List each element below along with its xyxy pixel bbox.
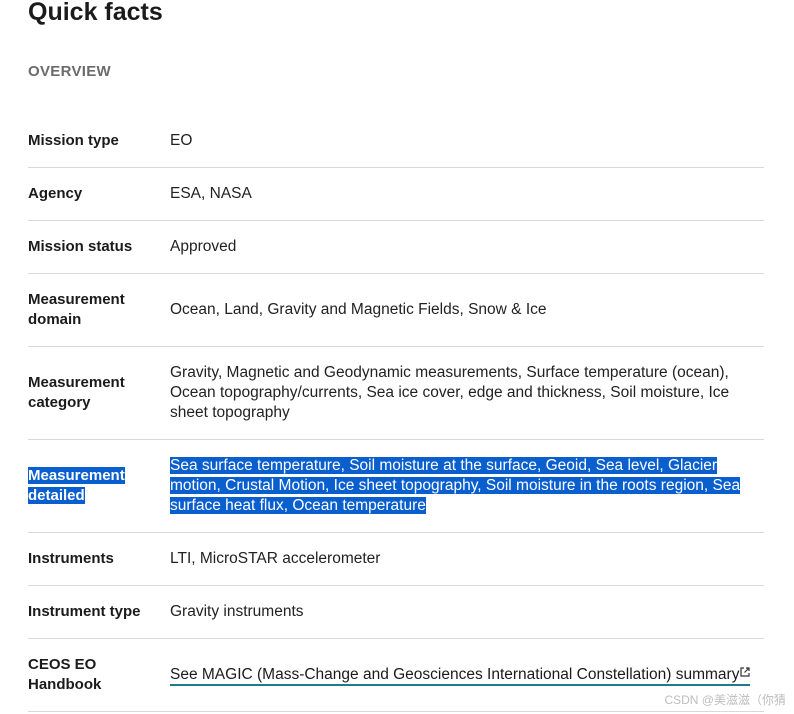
fact-row-instrument-type: Instrument type Gravity instruments [28, 586, 764, 639]
fact-row-ceos-handbook: CEOS EO Handbook See MAGIC (Mass-Change … [28, 639, 764, 712]
external-link-icon [740, 663, 751, 683]
fact-key: CEOS EO Handbook [28, 656, 102, 693]
ceos-handbook-link-text: See MAGIC (Mass-Change and Geosciences I… [170, 666, 740, 683]
fact-key: Measurement domain [28, 291, 125, 328]
fact-key: Measurement category [28, 374, 125, 411]
ceos-handbook-link[interactable]: See MAGIC (Mass-Change and Geosciences I… [170, 663, 751, 686]
fact-row-agency: Agency ESA, NASA [28, 168, 764, 221]
fact-value: EO [170, 131, 193, 149]
fact-key: Instrument type [28, 603, 141, 620]
fact-row-measurement-category: Measurement category Gravity, Magnetic a… [28, 347, 764, 440]
selected-value-text: Sea surface temperature, Soil moisture a… [170, 457, 741, 514]
fact-row-mission-status: Mission status Approved [28, 221, 764, 274]
fact-value: Ocean, Land, Gravity and Magnetic Fields… [170, 301, 547, 318]
fact-key: Mission status [28, 238, 133, 255]
selected-key-text: Measurement detailed [28, 467, 125, 504]
fact-value: Sea surface temperature, Soil moisture a… [170, 456, 764, 516]
fact-value: ESA, NASA [170, 185, 252, 202]
fact-key: Mission type [28, 131, 119, 149]
fact-key: Measurement detailed [28, 466, 170, 506]
quick-facts-table: Mission type EO Agency ESA, NASA Mission… [28, 114, 764, 712]
fact-row-mission-type: Mission type EO [28, 114, 764, 168]
fact-value: LTI, MicroSTAR accelerometer [170, 550, 381, 567]
fact-key: Instruments [28, 550, 114, 567]
fact-value: See MAGIC (Mass-Change and Geosciences I… [170, 663, 764, 686]
fact-row-measurement-domain: Measurement domain Ocean, Land, Gravity … [28, 274, 764, 347]
fact-row-instruments: Instruments LTI, MicroSTAR accelerometer [28, 533, 764, 586]
section-label: OVERVIEW [28, 63, 111, 80]
fact-value: Gravity instruments [170, 603, 304, 620]
fact-key: Agency [28, 185, 83, 202]
fact-value: Gravity, Magnetic and Geodynamic measure… [170, 364, 730, 421]
watermark: CSDN @美滋滋（你猜 [664, 693, 786, 707]
page-title: Quick facts [28, 0, 163, 26]
fact-value: Approved [170, 238, 237, 255]
fact-row-measurement-detailed: Measurement detailed Sea surface tempera… [28, 440, 764, 533]
